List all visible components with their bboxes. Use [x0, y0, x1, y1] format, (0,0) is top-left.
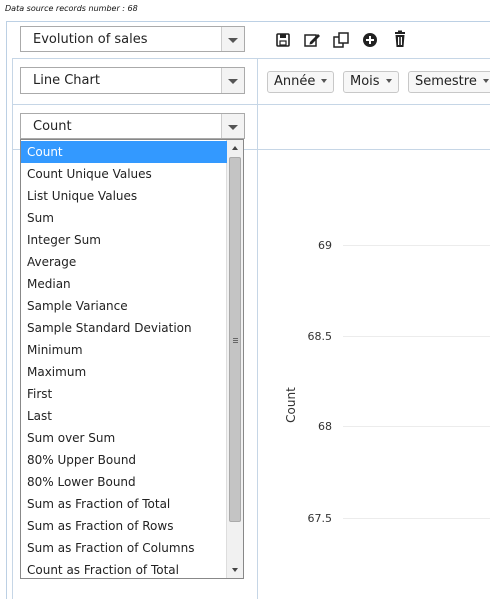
- dropdown-option[interactable]: Integer Sum: [21, 229, 227, 251]
- edit-icon[interactable]: [302, 30, 322, 50]
- scroll-up-arrow-icon[interactable]: [232, 146, 238, 150]
- attribute-label: Semestre: [415, 74, 477, 89]
- y-tick-label: 69: [318, 239, 332, 252]
- dropdown-option[interactable]: Average: [21, 251, 227, 273]
- dropdown-option[interactable]: Sum: [21, 207, 227, 229]
- attribute-pill-semestre[interactable]: Semestre: [408, 71, 490, 93]
- dropdown-option[interactable]: 80% Upper Bound: [21, 449, 227, 471]
- save-icon[interactable]: [273, 30, 293, 50]
- scroll-down-arrow-icon[interactable]: [232, 568, 238, 572]
- attribute-pill-mois[interactable]: Mois: [343, 71, 399, 93]
- pivot-row-divider: [12, 104, 490, 105]
- aggregator-select[interactable]: Count: [20, 113, 245, 139]
- dropdown-option[interactable]: Sum as Fraction of Total: [21, 493, 227, 515]
- dropdown-option[interactable]: Sum over Sum: [21, 427, 227, 449]
- dropdown-option[interactable]: Sum as Fraction of Rows: [21, 515, 227, 537]
- dropdown-option[interactable]: Count Unique Values: [21, 163, 227, 185]
- chevron-down-icon: [221, 27, 244, 51]
- add-icon[interactable]: [360, 30, 380, 50]
- dropdown-option[interactable]: Maximum: [21, 361, 227, 383]
- renderer-value: Line Chart: [33, 73, 100, 88]
- dropdown-option[interactable]: Sample Variance: [21, 295, 227, 317]
- records-count-label: Data source records number : 68: [5, 4, 138, 13]
- dropdown-option[interactable]: List Unique Values: [21, 185, 227, 207]
- aggregator-value: Count: [33, 119, 72, 134]
- pivot-row-divider: [12, 58, 490, 59]
- y-tick-label: 68.5: [308, 330, 333, 343]
- caret-down-icon[interactable]: [321, 78, 328, 83]
- aggregator-dropdown-list[interactable]: Count Count Unique Values List Unique Valu…: [20, 139, 244, 579]
- chart-selector-value: Evolution of sales: [33, 32, 148, 47]
- dropdown-option[interactable]: Last: [21, 405, 227, 427]
- renderer-select[interactable]: Line Chart: [20, 67, 245, 94]
- chevron-down-icon: [221, 68, 244, 93]
- dropdown-option[interactable]: Sum as Fraction of Columns: [21, 537, 227, 559]
- caret-down-icon[interactable]: [482, 78, 489, 83]
- dropdown-option[interactable]: Minimum: [21, 339, 227, 361]
- dropdown-option[interactable]: Count: [21, 141, 227, 163]
- delete-icon[interactable]: [390, 29, 410, 49]
- scrollbar-thumb[interactable]: [229, 157, 241, 522]
- dropdown-option[interactable]: Sample Standard Deviation: [21, 317, 227, 339]
- dropdown-option[interactable]: First: [21, 383, 227, 405]
- pivot-left-border: [12, 58, 13, 599]
- attribute-pill-annee[interactable]: Année: [267, 71, 335, 93]
- scrollbar[interactable]: [226, 140, 243, 578]
- dropdown-option[interactable]: Median: [21, 273, 227, 295]
- dropdown-option[interactable]: 80% Lower Bound: [21, 471, 227, 493]
- caret-down-icon[interactable]: [385, 78, 392, 83]
- chart-selector[interactable]: Evolution of sales: [20, 26, 245, 52]
- copy-icon[interactable]: [331, 30, 351, 50]
- y-tick-label: 67.5: [308, 512, 333, 525]
- chevron-down-icon: [221, 114, 244, 138]
- dropdown-option[interactable]: Count as Fraction of Total: [21, 559, 227, 578]
- y-axis-label: Count: [284, 387, 298, 423]
- attribute-label: Année: [274, 74, 316, 89]
- y-tick-label: 68: [318, 420, 332, 433]
- attribute-label: Mois: [350, 74, 380, 89]
